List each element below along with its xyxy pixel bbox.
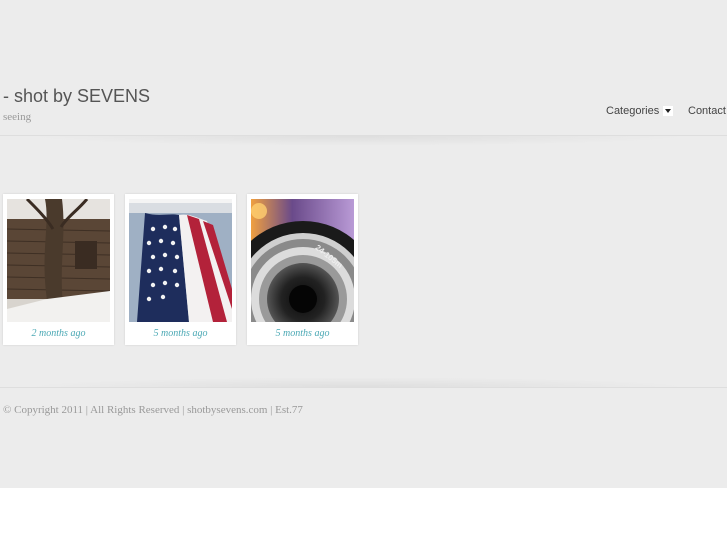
photo-thumbnail-barn[interactable] [7, 199, 110, 322]
nav-categories[interactable]: Categories [606, 105, 674, 117]
footer-divider [0, 387, 727, 388]
photo-date[interactable]: 2 months ago [3, 328, 114, 339]
gallery-item[interactable]: 24-105m 5 months ago [247, 194, 358, 345]
nav-categories-label: Categories [606, 105, 660, 117]
photo-thumbnail-flag[interactable] [129, 199, 232, 322]
gallery-item[interactable]: 5 months ago [125, 194, 236, 345]
photo-date[interactable]: 5 months ago [247, 328, 358, 339]
photo-date[interactable]: 5 months ago [125, 328, 236, 339]
photo-thumbnail-lens[interactable]: 24-105m [251, 199, 354, 322]
nav-contact[interactable]: Contact [688, 105, 726, 117]
main-nav: Categories Contact [0, 105, 727, 121]
site-title[interactable]: - shot by SEVENS [3, 86, 150, 107]
gallery-item[interactable]: 2 months ago [3, 194, 114, 345]
header-shadow [20, 136, 695, 146]
footer-copyright: © Copyright 2011 | All Rights Reserved |… [3, 404, 303, 416]
chevron-down-icon [663, 106, 674, 116]
footer-shadow [20, 377, 695, 387]
